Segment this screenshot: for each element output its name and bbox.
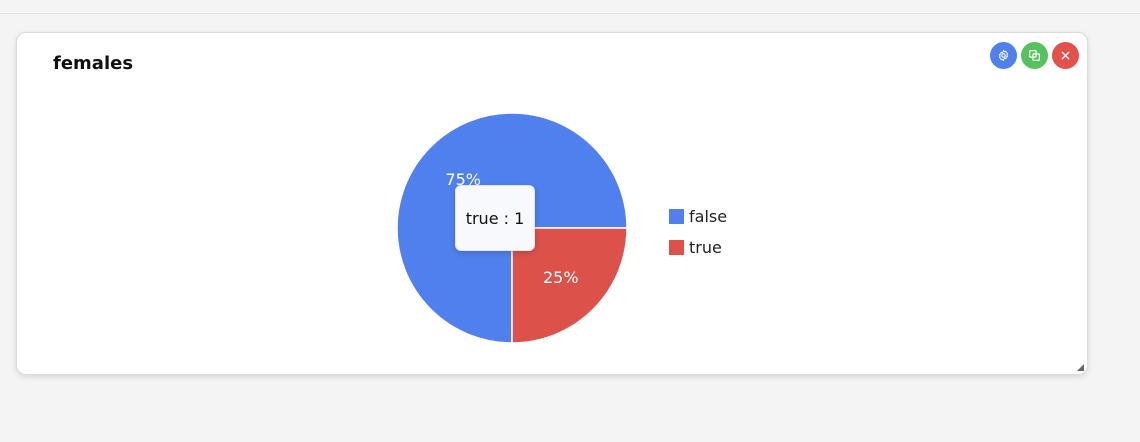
chart-panel: females 75% 25% false true true : 1 [16,32,1088,375]
legend-swatch [669,240,684,255]
top-bar [0,0,1140,14]
chart-legend: false true [669,201,727,263]
legend-item-true[interactable]: true [669,232,727,263]
settings-button[interactable] [990,42,1017,69]
legend-item-false[interactable]: false [669,201,727,232]
legend-label: true [689,238,722,257]
panel-actions [990,42,1079,69]
close-button[interactable] [1052,42,1079,69]
pie-slice-label-true: 25% [543,268,579,287]
copy-icon [1029,50,1040,61]
panel-title: females [53,53,134,74]
legend-swatch [669,209,684,224]
gear-icon [998,49,1009,62]
duplicate-button[interactable] [1021,42,1048,69]
close-icon [1061,51,1070,60]
legend-label: false [689,207,728,226]
chart-tooltip: true : 1 [455,185,535,251]
resize-handle-icon[interactable] [1077,364,1084,371]
